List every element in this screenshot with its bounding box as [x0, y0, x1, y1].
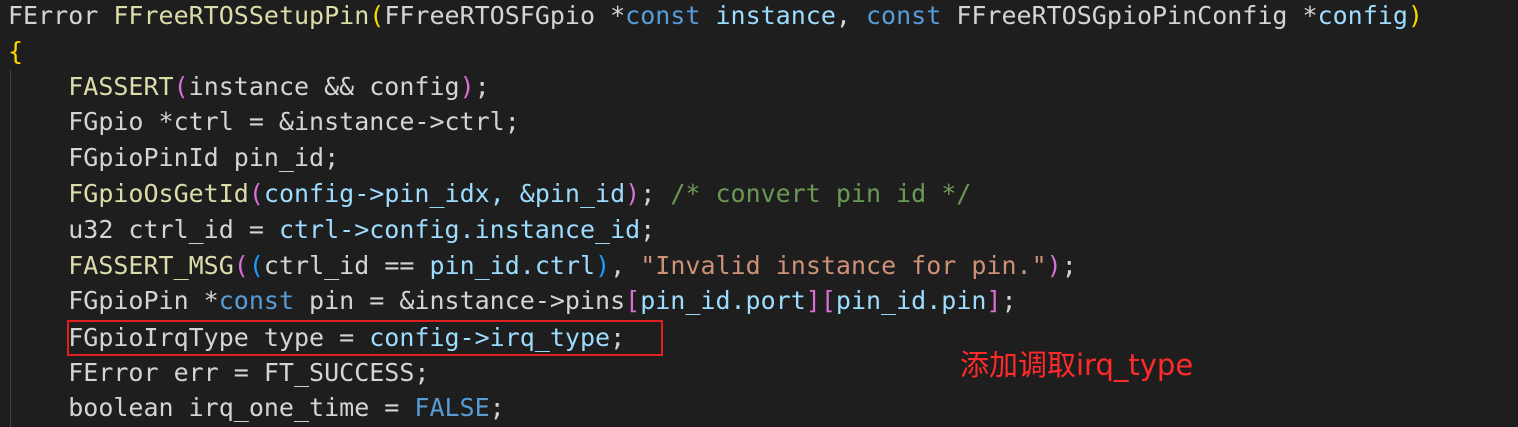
highlight-box [67, 320, 663, 356]
annotation-label: 添加调取irq_type [960, 348, 1194, 382]
code-line-6[interactable]: FGpioOsGetId(config->pin_idx, &pin_id); … [8, 176, 971, 212]
code-line-7[interactable]: u32 ctrl_id = ctrl->config.instance_id; [8, 212, 655, 248]
code-line-11[interactable]: FError err = FT_SUCCESS; [8, 355, 429, 391]
code-line-3[interactable]: FASSERT(instance && config); [8, 69, 489, 105]
code-line-2[interactable]: { [8, 34, 23, 70]
code-line-1[interactable]: FError FFreeRTOSSetupPin(FFreeRTOSFGpio … [8, 0, 1423, 34]
code-line-8[interactable]: FASSERT_MSG((ctrl_id == pin_id.ctrl), "I… [8, 248, 1077, 284]
code-line-9[interactable]: FGpioPin *const pin = &instance->pins[pi… [8, 283, 1016, 319]
code-line-5[interactable]: FGpioPinId pin_id; [8, 140, 339, 176]
code-line-12[interactable]: boolean irq_one_time = FALSE; [8, 390, 505, 426]
code-editor[interactable]: FError FFreeRTOSSetupPin(FFreeRTOSFGpio … [0, 0, 1518, 427]
code-line-4[interactable]: FGpio *ctrl = &instance->ctrl; [8, 104, 520, 140]
